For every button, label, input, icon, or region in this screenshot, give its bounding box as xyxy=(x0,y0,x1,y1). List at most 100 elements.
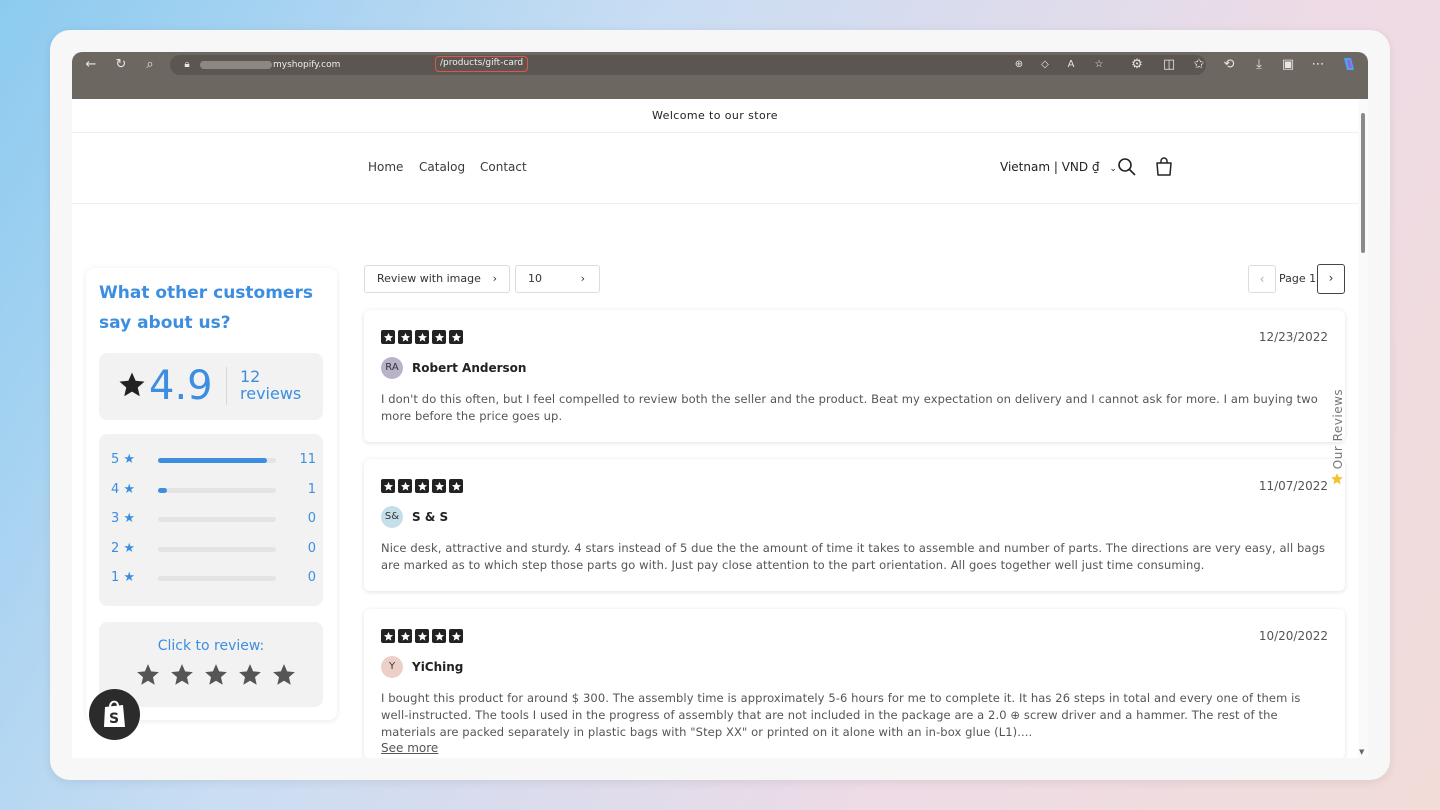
rating-bar-track xyxy=(158,546,276,552)
rating-star-icon xyxy=(415,629,429,643)
review-card: 12/23/2022 RA Robert Anderson I don't do th… xyxy=(364,310,1345,442)
reviewer-name: Robert Anderson xyxy=(412,361,527,375)
rating-row-count: 1 xyxy=(307,481,316,497)
review-count: 12 reviews xyxy=(240,368,301,402)
star-icon xyxy=(1331,473,1343,485)
star-icon xyxy=(119,372,145,397)
back-icon[interactable]: ← xyxy=(80,56,102,74)
rating-star-icon xyxy=(398,629,412,643)
favorite-icon[interactable]: ☆ xyxy=(1088,56,1110,74)
divider xyxy=(226,367,227,405)
review-stars xyxy=(381,479,463,493)
search-icon[interactable] xyxy=(1115,155,1139,179)
rating-bar-track xyxy=(158,458,276,463)
rating-row-label: 5 ★ xyxy=(111,452,136,467)
reload-icon[interactable]: ↻ xyxy=(110,56,132,74)
rating-row-count: 0 xyxy=(307,570,316,585)
nav-catalog[interactable]: Catalog xyxy=(419,160,465,174)
download-icon[interactable]: ⤓ xyxy=(1248,56,1270,74)
history-icon[interactable]: ⟲ xyxy=(1218,56,1240,74)
rating-bar-fill xyxy=(158,487,168,493)
copilot-icon[interactable] xyxy=(1338,56,1360,74)
rating-row[interactable]: 5 ★ 11 xyxy=(111,452,316,468)
chevron-right-icon: › xyxy=(580,272,585,285)
review-count-word: reviews xyxy=(240,384,302,403)
tag-icon[interactable]: ◇ xyxy=(1034,56,1056,74)
svg-text:S: S xyxy=(109,711,119,727)
avatar: S& xyxy=(381,506,403,528)
rating-bar-fill xyxy=(158,458,267,463)
nav-home[interactable]: Home xyxy=(368,160,403,174)
review-text: I don't do this often, but I feel compel… xyxy=(381,392,1318,423)
zoom-icon[interactable]: ⊕ xyxy=(1008,56,1030,74)
review-with-image-filter[interactable]: Review with image › xyxy=(364,265,510,293)
shopify-bag-icon: S xyxy=(104,700,125,727)
cart-icon[interactable] xyxy=(1152,155,1176,179)
rating-star-icon xyxy=(415,330,429,344)
extensions-icon[interactable]: ⚙ xyxy=(1126,56,1148,74)
filter-label: Review with image xyxy=(377,272,481,285)
review-date: 10/20/2022 xyxy=(1258,629,1328,643)
review-date: 11/07/2022 xyxy=(1258,479,1328,493)
avatar: Y xyxy=(381,656,403,678)
rate-star-4-icon[interactable] xyxy=(237,662,263,688)
rating-star-icon xyxy=(449,479,463,493)
review-stars xyxy=(381,330,463,344)
see-more-link[interactable]: See more xyxy=(381,741,438,755)
review-date: 12/23/2022 xyxy=(1258,330,1328,344)
rate-star-5-icon[interactable] xyxy=(271,662,297,688)
rating-star-icon xyxy=(381,629,395,643)
reviewer-name: YiChing xyxy=(412,660,464,674)
page-indicator: Page 1 xyxy=(1279,272,1317,285)
avatar: RA xyxy=(381,357,403,379)
rating-row-count: 11 xyxy=(299,452,316,467)
more-icon[interactable]: ⋯ xyxy=(1307,56,1329,74)
review-count-number: 12 xyxy=(240,367,261,386)
per-page-select[interactable]: 10 › xyxy=(515,265,600,293)
read-aloud-icon[interactable]: A xyxy=(1060,56,1082,74)
url-redacted xyxy=(200,61,272,69)
rating-row-count: 0 xyxy=(307,540,316,556)
rating-distribution: 5 ★ 11 4 ★ 1 3 ★ 0 2 ★ 0 1 ★ 0 xyxy=(99,434,323,606)
address-bar[interactable]: 🔒︎ myshopify.com /products/gift-card ⊕ ◇… xyxy=(170,55,1206,75)
rating-star-icon xyxy=(449,330,463,344)
rate-star-3-icon[interactable] xyxy=(203,662,229,688)
shopify-chat-button[interactable]: S xyxy=(89,689,140,740)
click-to-review-label: Click to review: xyxy=(157,638,265,654)
prev-page-button[interactable]: ‹ xyxy=(1248,265,1276,293)
rating-row[interactable]: 2 ★ 0 xyxy=(111,541,316,557)
rating-row-count: 0 xyxy=(307,511,316,526)
page-scrollbar[interactable]: ▼ xyxy=(1358,99,1368,758)
screenshot-icon[interactable]: ▣ xyxy=(1277,56,1299,74)
next-page-button[interactable]: › xyxy=(1317,264,1345,294)
scroll-thumb[interactable] xyxy=(1361,113,1365,253)
split-screen-icon[interactable]: ◫ xyxy=(1158,56,1180,74)
lock-icon: 🔒︎ xyxy=(184,59,190,70)
rating-row[interactable]: 1 ★ 0 xyxy=(111,570,316,586)
rate-star-2-icon[interactable] xyxy=(169,662,195,688)
search-icon[interactable]: ⌕ xyxy=(139,56,161,74)
rate-star-1-icon[interactable] xyxy=(135,662,161,688)
browser-window: ← ↻ ⌕ 🔒︎ myshopify.com /products/gift-ca… xyxy=(72,52,1368,758)
side-tab-label: Our Reviews xyxy=(1331,388,1345,470)
rating-row-label: 3 ★ xyxy=(111,511,136,526)
scroll-down-icon[interactable]: ▼ xyxy=(1359,748,1364,756)
rating-bar-track xyxy=(158,487,276,493)
rating-star-icon xyxy=(398,479,412,493)
country-selector[interactable]: Vietnam | VND ₫ ⌄ xyxy=(1000,160,1117,174)
rating-bar-track xyxy=(158,576,276,581)
browser-toolbar: ← ↻ ⌕ 🔒︎ myshopify.com /products/gift-ca… xyxy=(72,52,1368,99)
rating-row[interactable]: 3 ★ 0 xyxy=(111,511,316,527)
rating-star-icon xyxy=(432,479,446,493)
score-box: 4.9 12 reviews xyxy=(99,353,323,420)
rating-summary-card: What other customers say about us? 4.9 1… xyxy=(86,268,337,720)
nav-contact[interactable]: Contact xyxy=(480,160,527,174)
announcement-bar: Welcome to our store xyxy=(72,99,1358,133)
rating-star-icon xyxy=(432,330,446,344)
our-reviews-side-tab[interactable]: Our Reviews xyxy=(1328,382,1348,492)
url-domain: myshopify.com xyxy=(273,60,341,70)
per-page-value: 10 xyxy=(528,272,542,285)
rating-row[interactable]: 4 ★ 1 xyxy=(111,482,316,498)
rating-star-icon xyxy=(381,330,395,344)
favorites-icon[interactable]: ✩ xyxy=(1188,56,1210,74)
